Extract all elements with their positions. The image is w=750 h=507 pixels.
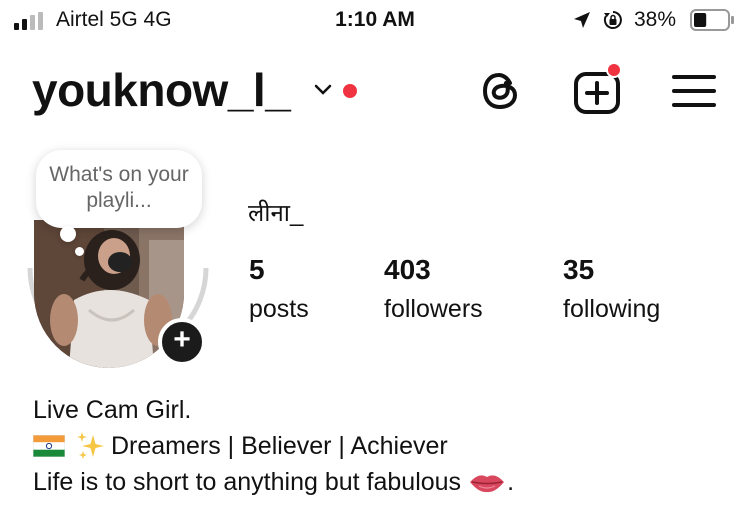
display-name: लीना_ <box>248 200 304 227</box>
stat-following[interactable]: 35 following <box>563 254 660 326</box>
bio-line-3: Life is to short to anything but fabulou… <box>33 464 514 500</box>
posts-label: posts <box>249 295 309 323</box>
note-text: What's on your playli... <box>49 163 189 212</box>
battery-percent: 38% <box>634 8 677 31</box>
posts-count: 5 <box>249 254 265 285</box>
following-count: 35 <box>563 254 595 285</box>
bio-line-3-end: . <box>507 468 515 496</box>
note-bubble-tail <box>60 226 76 242</box>
india-flag-icon <box>33 435 65 457</box>
profile-username: youknow_l_ <box>32 64 291 116</box>
username-switcher[interactable]: youknow_l_ <box>32 62 291 118</box>
threads-icon[interactable] <box>480 70 522 112</box>
bio-line-2: Dreamers | Believer | Achiever <box>33 428 514 464</box>
note-bubble[interactable]: What's on your playli... <box>36 150 202 228</box>
followers-label: followers <box>384 295 483 323</box>
rotation-lock-icon <box>603 11 622 29</box>
add-story-button[interactable]: + <box>158 318 206 366</box>
chevron-down-icon[interactable] <box>314 83 332 97</box>
battery-icon <box>690 9 734 31</box>
sparkles-icon <box>77 432 104 459</box>
lips-icon <box>470 475 505 493</box>
account-notification-dot <box>343 84 357 98</box>
bio-line-1-text: Live Cam Girl. <box>33 396 192 424</box>
followers-count: 403 <box>384 254 431 285</box>
status-bar: Airtel 5G 4G 1:10 AM 38% <box>0 0 750 40</box>
menu-icon[interactable] <box>672 74 716 108</box>
create-notification-dot <box>606 62 622 78</box>
note-bubble-tail-small <box>75 247 84 256</box>
bio-line-2-text: Dreamers | Believer | Achiever <box>111 432 448 460</box>
location-arrow-icon <box>574 12 590 28</box>
bio-line-3-text: Life is to short to anything but fabulou… <box>33 468 462 496</box>
bio: Live Cam Girl. Dreamers | Believer | Ach… <box>33 392 514 500</box>
plus-icon: + <box>173 323 191 356</box>
following-label: following <box>563 295 661 323</box>
stat-followers[interactable]: 403 followers <box>384 254 483 326</box>
bio-line-1: Live Cam Girl. <box>33 392 514 428</box>
stat-posts[interactable]: 5 posts <box>249 254 309 326</box>
